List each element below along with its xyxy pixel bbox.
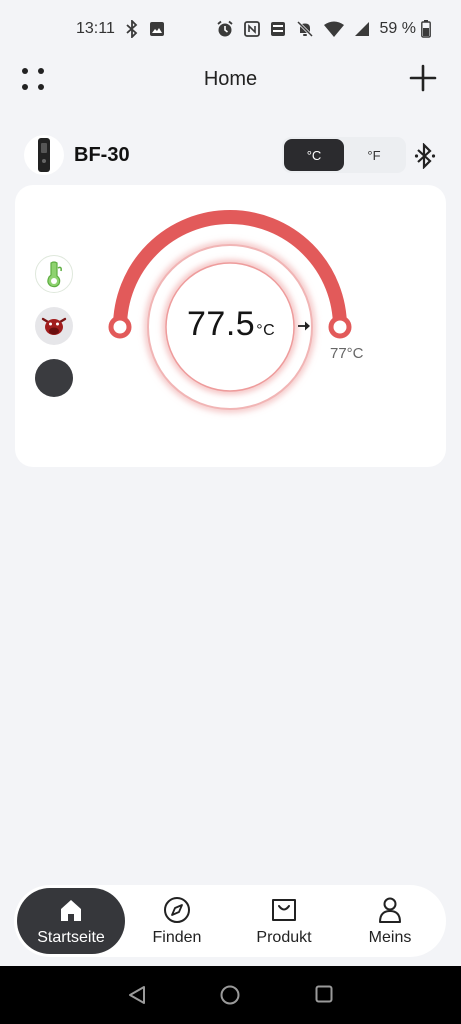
nfc-icon	[243, 21, 260, 37]
bottom-nav: Startseite Finden Produkt Meins	[14, 885, 446, 957]
nav-item-produkt[interactable]: Produkt	[242, 888, 326, 954]
nav-item-startseite[interactable]: Startseite	[17, 888, 125, 954]
dots-menu-icon[interactable]	[20, 66, 48, 94]
battery-icon	[421, 20, 431, 38]
home-circle-icon[interactable]	[220, 985, 240, 1010]
status-bar: 13:11 59 %	[0, 0, 461, 58]
unit-celsius-button[interactable]: °C	[284, 139, 344, 171]
target-temperature: 77°C	[330, 345, 364, 362]
battery-text: 59 %	[379, 20, 416, 37]
system-nav-bar	[0, 966, 461, 1024]
battery-indicator: 59 %	[380, 20, 431, 38]
app-header: Home	[0, 56, 461, 102]
nav-label-produkt: Produkt	[256, 929, 312, 946]
person-icon	[375, 895, 405, 925]
home-icon	[56, 895, 86, 925]
page-title: Home	[203, 67, 258, 90]
status-right: 59 %	[216, 20, 431, 38]
status-time: 13:11	[76, 20, 115, 37]
bag-icon	[269, 895, 299, 925]
bluetooth-icon[interactable]	[414, 142, 436, 174]
gauge-end-knob	[328, 315, 352, 339]
nav-item-finden[interactable]: Finden	[137, 888, 217, 954]
probe-card[interactable]: 77.5°C 77°C	[15, 185, 446, 467]
status-left: 13:11	[76, 20, 165, 38]
plus-icon[interactable]	[409, 64, 437, 92]
device-row[interactable]: BF-30 °C °F	[24, 134, 438, 176]
nav-label-meins: Meins	[368, 929, 412, 946]
arrow-right-icon	[297, 319, 311, 337]
unit-fahrenheit-button[interactable]: °F	[344, 139, 404, 171]
current-temperature-value: 77.5	[187, 305, 256, 343]
nav-label-finden: Finden	[152, 929, 202, 946]
nav-label-startseite: Startseite	[37, 929, 105, 946]
bluetooth-icon	[125, 20, 139, 38]
image-icon	[149, 21, 165, 37]
device-name: BF-30	[74, 143, 130, 166]
wifi-icon	[323, 21, 344, 37]
volte-icon	[270, 21, 286, 37]
mute-icon	[296, 20, 314, 38]
gauge-start-knob	[108, 315, 132, 339]
compass-icon	[162, 895, 192, 925]
alarm-icon	[216, 20, 234, 38]
recents-icon[interactable]	[315, 985, 333, 1008]
back-icon[interactable]	[127, 985, 147, 1010]
unit-toggle[interactable]: °C °F	[282, 137, 406, 173]
device-avatar[interactable]	[24, 135, 64, 175]
nav-item-meins[interactable]: Meins	[354, 888, 426, 954]
current-temperature-unit: °C	[256, 322, 276, 339]
current-temperature: 77.5°C	[187, 305, 275, 344]
signal-icon	[354, 21, 370, 37]
